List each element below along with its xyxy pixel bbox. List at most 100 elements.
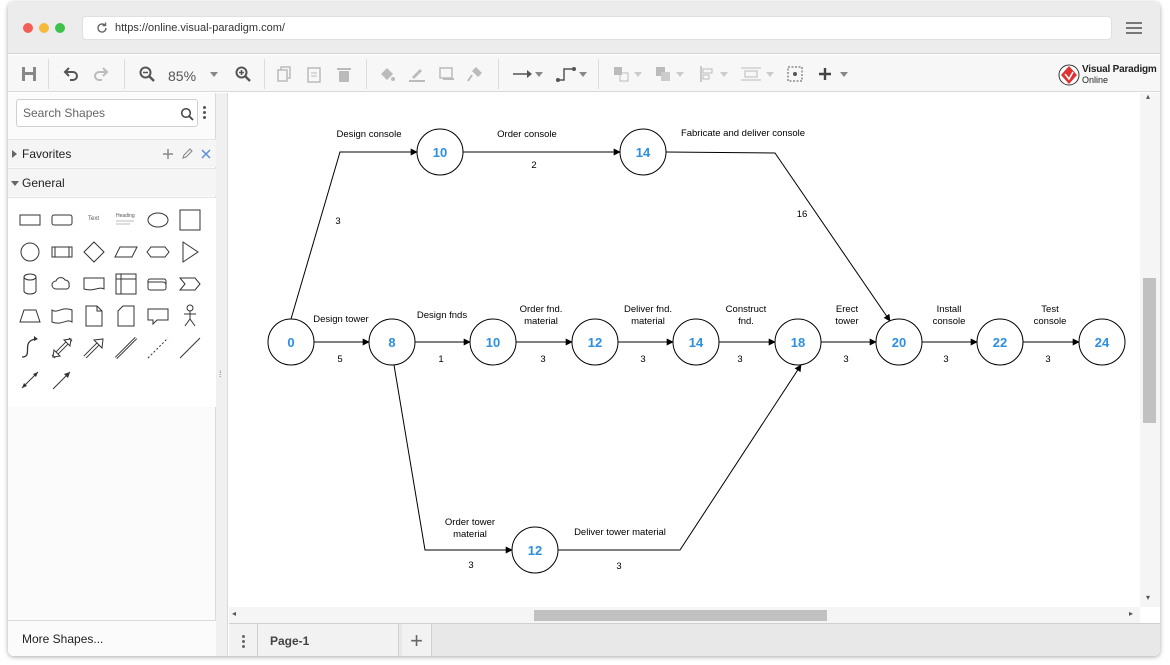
duration-label[interactable]: 16 bbox=[797, 209, 808, 220]
edit-favorite-icon[interactable] bbox=[181, 148, 193, 160]
hexagon-shape[interactable] bbox=[145, 239, 171, 265]
zoom-out-icon[interactable] bbox=[138, 63, 156, 85]
event-node[interactable]: 22 bbox=[976, 318, 1024, 366]
add-page-button[interactable]: + bbox=[402, 624, 432, 656]
pert-diagram[interactable]: Design console 3 Order console 2 Fabricate a… bbox=[229, 93, 1140, 607]
actor-shape[interactable] bbox=[177, 303, 203, 329]
visual-paradigm-logo[interactable]: Visual Paradigm Online bbox=[1058, 63, 1158, 87]
duration-label[interactable]: 3 bbox=[1045, 354, 1050, 365]
rounded-rectangle-shape[interactable] bbox=[49, 207, 75, 233]
edge-n14b-n20[interactable] bbox=[665, 151, 891, 322]
cloud-shape[interactable] bbox=[49, 271, 75, 297]
duration-label[interactable]: 3 bbox=[335, 216, 340, 227]
waypoint-style-icon[interactable] bbox=[556, 63, 578, 85]
note-shape[interactable] bbox=[81, 303, 107, 329]
connector-style-icon[interactable] bbox=[512, 63, 534, 85]
insert-plus-icon[interactable] bbox=[816, 63, 834, 85]
activity-label[interactable]: Order tower material bbox=[445, 517, 495, 540]
event-node[interactable]: 20 bbox=[875, 318, 923, 366]
add-favorite-icon[interactable] bbox=[162, 148, 174, 160]
duration-label[interactable]: 3 bbox=[616, 561, 621, 572]
more-shapes-button[interactable]: More Shapes... bbox=[8, 620, 216, 656]
event-node[interactable]: 0 bbox=[267, 318, 315, 366]
duration-label[interactable]: 1 bbox=[438, 354, 443, 365]
paste-icon[interactable] bbox=[306, 63, 322, 85]
diamond-shape[interactable] bbox=[81, 239, 107, 265]
curve-shape[interactable] bbox=[17, 335, 43, 361]
trapezoid-shape[interactable] bbox=[17, 303, 43, 329]
event-node[interactable]: 18 bbox=[774, 318, 822, 366]
format-painter-icon[interactable] bbox=[466, 63, 484, 85]
link-shape[interactable] bbox=[113, 335, 139, 361]
event-node[interactable]: 12 bbox=[511, 526, 559, 574]
activity-label[interactable]: Erect tower bbox=[835, 304, 858, 327]
align-icon[interactable] bbox=[698, 63, 716, 85]
undo-icon[interactable] bbox=[62, 63, 80, 85]
horizontal-scrollbar[interactable]: ◂ ▸ bbox=[229, 607, 1140, 623]
circle-shape[interactable] bbox=[17, 239, 43, 265]
close-favorites-icon[interactable] bbox=[200, 148, 212, 160]
activity-label[interactable]: Fabricate and deliver console bbox=[681, 128, 805, 139]
delete-icon[interactable] bbox=[336, 63, 352, 85]
shadow-icon[interactable] bbox=[438, 63, 456, 85]
heading-shape[interactable]: Heading bbox=[113, 207, 139, 233]
rectangle-shape[interactable] bbox=[17, 207, 43, 233]
duration-label[interactable]: 2 bbox=[531, 160, 536, 171]
horizontal-scroll-thumb[interactable] bbox=[534, 610, 827, 621]
parallelogram-shape[interactable] bbox=[113, 239, 139, 265]
connector-style-caret[interactable] bbox=[535, 72, 543, 77]
activity-label[interactable]: Deliver tower material bbox=[574, 527, 666, 538]
search-shapes-input[interactable] bbox=[23, 104, 173, 122]
search-icon[interactable] bbox=[180, 107, 194, 121]
duration-label[interactable]: 3 bbox=[943, 354, 948, 365]
zoom-dropdown-caret[interactable] bbox=[210, 72, 218, 77]
duration-label[interactable]: 3 bbox=[540, 354, 545, 365]
edge-n12b-n18[interactable] bbox=[558, 364, 802, 551]
activity-label[interactable]: Test console bbox=[1034, 304, 1067, 327]
activity-label[interactable]: Order fnd. material bbox=[520, 304, 563, 327]
zoom-level[interactable]: 85% bbox=[168, 68, 196, 84]
triangle-shape[interactable] bbox=[177, 239, 203, 265]
sidebar-options-icon[interactable] bbox=[203, 106, 207, 120]
distribute-icon[interactable] bbox=[740, 63, 762, 85]
insert-caret[interactable] bbox=[840, 72, 848, 77]
zoom-in-icon[interactable] bbox=[234, 63, 252, 85]
event-node[interactable]: 8 bbox=[368, 318, 416, 366]
bidirectional-arrow-shape[interactable] bbox=[49, 335, 75, 361]
address-bar[interactable]: https://online.visual-paradigm.com/ bbox=[82, 16, 1112, 40]
maximize-window-button[interactable] bbox=[55, 23, 65, 33]
reload-icon[interactable] bbox=[95, 21, 109, 35]
internal-storage-shape[interactable] bbox=[113, 271, 139, 297]
line-shape[interactable] bbox=[177, 335, 203, 361]
vertical-scroll-thumb[interactable] bbox=[1143, 278, 1156, 423]
close-window-button[interactable] bbox=[23, 23, 33, 33]
arrange-icon[interactable] bbox=[654, 63, 672, 85]
favorites-section-header[interactable]: Favorites bbox=[8, 139, 216, 167]
document-shape[interactable] bbox=[81, 271, 107, 297]
edge-n0-n10b[interactable] bbox=[290, 148, 418, 320]
event-node[interactable]: 14 bbox=[672, 318, 720, 366]
ellipse-shape[interactable] bbox=[145, 207, 171, 233]
bidirectional-connector-shape[interactable] bbox=[17, 367, 43, 393]
event-node[interactable]: 12 bbox=[571, 318, 619, 366]
page-options-icon[interactable] bbox=[242, 635, 245, 650]
browser-menu-icon[interactable] bbox=[1126, 22, 1142, 34]
event-node[interactable]: 10 bbox=[469, 318, 517, 366]
group-icon[interactable] bbox=[612, 63, 630, 85]
activity-label[interactable]: Design console bbox=[337, 129, 402, 140]
cylinder-shape[interactable] bbox=[17, 271, 43, 297]
select-all-icon[interactable] bbox=[786, 63, 804, 85]
square-shape[interactable] bbox=[177, 207, 203, 233]
general-section-header[interactable]: General bbox=[8, 168, 216, 196]
step-shape[interactable] bbox=[177, 271, 203, 297]
waypoint-style-caret[interactable] bbox=[579, 72, 587, 77]
process-shape[interactable] bbox=[49, 239, 75, 265]
activity-label[interactable]: Design fnds bbox=[417, 310, 467, 321]
event-node[interactable]: 14 bbox=[619, 128, 667, 176]
duration-label[interactable]: 3 bbox=[468, 560, 473, 571]
minimize-window-button[interactable] bbox=[39, 23, 49, 33]
search-shapes-box[interactable] bbox=[16, 99, 198, 127]
page-tab-page-1[interactable]: Page-1 bbox=[229, 624, 399, 656]
event-node[interactable]: 10 bbox=[416, 128, 464, 176]
tape-shape[interactable] bbox=[49, 303, 75, 329]
